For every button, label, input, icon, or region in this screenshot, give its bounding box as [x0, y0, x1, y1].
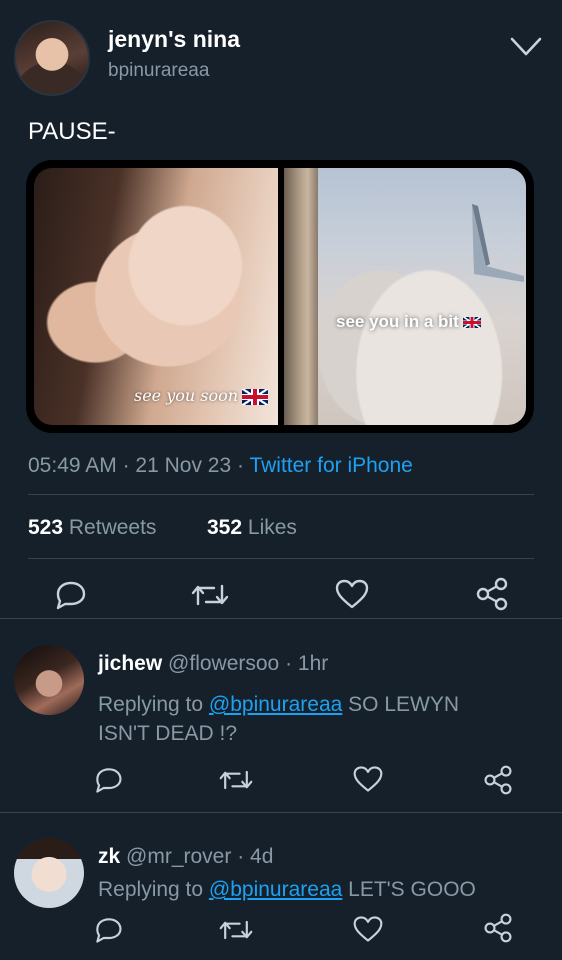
reply-time: 4d	[250, 845, 274, 868]
likes-count: 352	[207, 516, 243, 539]
reply-display-name[interactable]: jichew	[98, 652, 162, 675]
retweets-label: Retweets	[68, 516, 157, 539]
uk-flag-icon	[242, 388, 269, 405]
reply-header: jichew @flowersoo · 1hr	[98, 652, 329, 675]
window-frame	[284, 168, 318, 425]
uk-flag-icon	[462, 317, 481, 329]
tweet-meta: 05:49 AM · 21 Nov 23 · Twitter for iPhon…	[28, 454, 413, 477]
tweet-date: 21 Nov 23	[135, 454, 232, 477]
reply-time: 1hr	[297, 652, 329, 675]
reply-display-name[interactable]: zk	[98, 845, 120, 868]
share-icon[interactable]	[482, 764, 514, 796]
reply-avatar[interactable]	[14, 645, 84, 715]
author-display-name[interactable]: jenyn's nina	[108, 26, 240, 53]
tweet-time: 05:49 AM	[28, 454, 117, 477]
heart-icon[interactable]	[352, 914, 384, 944]
reply-avatar[interactable]	[14, 838, 84, 908]
retweet-icon[interactable]	[218, 768, 254, 792]
replying-to-handle[interactable]: @bpinurareaa	[209, 878, 342, 901]
heart-icon[interactable]	[352, 764, 384, 794]
heart-icon[interactable]	[334, 578, 370, 610]
reply-icon[interactable]	[92, 916, 124, 944]
replying-to-label: Replying to	[98, 878, 204, 901]
reply-text: Replying to @bpinurareaa SO LEWYN ISN'T …	[98, 690, 538, 748]
share-icon[interactable]	[474, 576, 510, 612]
tweet-text: PAUSE-	[28, 118, 116, 145]
media-left-caption: see you soon	[134, 386, 269, 405]
reply-username[interactable]: @mr_rover	[126, 845, 231, 868]
retweet-icon[interactable]	[218, 918, 254, 942]
tweet-media[interactable]: see you soon see you in a bit	[26, 160, 534, 433]
reply-body: SO LEWYN	[348, 693, 460, 716]
reply-icon[interactable]	[92, 766, 124, 794]
divider	[28, 494, 534, 495]
reply-icon[interactable]	[52, 580, 88, 610]
chevron-down-icon[interactable]	[510, 36, 542, 58]
author-avatar[interactable]	[14, 20, 90, 96]
replying-to-label: Replying to	[98, 693, 204, 716]
retweets-stat[interactable]: 523 Retweets	[28, 516, 156, 540]
divider	[0, 812, 562, 813]
share-icon[interactable]	[482, 912, 514, 944]
tweet-source-link[interactable]: Twitter for iPhone	[249, 454, 412, 477]
retweet-icon[interactable]	[190, 582, 230, 608]
reply-body: LET'S GOOO	[348, 878, 476, 901]
likes-stat[interactable]: 352 Likes	[207, 516, 297, 540]
divider	[0, 618, 562, 619]
author-username[interactable]: bpinurareaa	[108, 60, 209, 82]
divider	[28, 558, 534, 559]
retweets-count: 523	[28, 516, 64, 539]
media-right-caption: see you in a bit	[336, 312, 481, 332]
reply-body: ISN'T DEAD !?	[98, 722, 237, 745]
replying-to-handle[interactable]: @bpinurareaa	[209, 693, 342, 716]
reply-header: zk @mr_rover · 4d	[98, 845, 274, 868]
media-image-left[interactable]: see you soon	[34, 168, 278, 425]
reply-text: Replying to @bpinurareaa LET'S GOOO	[98, 878, 476, 902]
airplane-wing-icon	[444, 202, 524, 282]
reply-username[interactable]: @flowersoo	[168, 652, 279, 675]
likes-label: Likes	[247, 516, 297, 539]
